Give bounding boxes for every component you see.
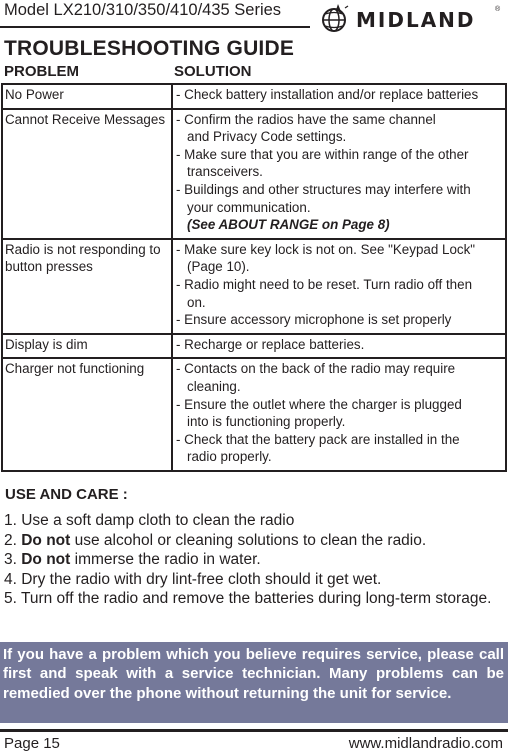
solution-cell: - Check battery installation and/or repl… [171, 83, 507, 110]
problem-cell: No Power [1, 83, 173, 110]
footer-rule [0, 729, 508, 732]
item-number: 2. [4, 531, 22, 549]
solution-cell: - Recharge or replace batteries. [171, 332, 507, 360]
header-rule [0, 26, 310, 28]
solution-line: (Page 10). [187, 259, 250, 275]
solution-line: into is functioning properly. [187, 414, 346, 430]
solution-line: cleaning. [187, 378, 241, 394]
website-url: www.midlandradio.com [348, 735, 503, 752]
midland-logo: MIDLAND ® [318, 2, 508, 34]
solution-line: - Check battery installation and/or repl… [176, 87, 479, 102]
solution-line: radio properly. [187, 449, 272, 465]
use-and-care-heading: USE AND CARE : [5, 486, 128, 503]
registered-mark: ® [495, 6, 501, 13]
care-list-item: 3. Do not immerse the radio in water. [4, 550, 504, 570]
solution-line: your communication. [187, 199, 311, 215]
solution-line: and Privacy Code settings. [187, 129, 347, 145]
solution-cell: - Contacts on the back of the radio may … [171, 357, 507, 472]
troubleshooting-table: No Power - Check battery installation and… [1, 83, 507, 472]
use-and-care-list: 1. Use a soft damp cloth to clean the ra… [4, 511, 504, 609]
problem-cell: Radio is not responding to button presse… [1, 237, 173, 335]
page-number: Page 15 [4, 735, 60, 752]
page-title: TROUBLESHOOTING GUIDE [4, 37, 295, 60]
solution-line: on. [187, 294, 206, 310]
care-list-item: 4. Dry the radio with dry lint-free clot… [4, 570, 504, 590]
item-number: 3. [4, 551, 22, 569]
item-number: 5. [4, 590, 21, 608]
problem-column-header: PROBLEM [4, 63, 79, 80]
table-row: Charger not functioning - Contacts on the… [1, 357, 507, 472]
page-reference-note: (See ABOUT RANGE on Page 8) [187, 217, 390, 233]
table-row: Cannot Receive Messages - Confirm the rad… [1, 107, 507, 240]
item-text: use alcohol or cleaning solutions to cle… [70, 531, 427, 549]
solution-line: - Recharge or replace batteries. [176, 336, 365, 352]
solution-line: - Buildings and other structures may int… [176, 181, 471, 197]
table-row: Display is dim - Recharge or replace batt… [1, 332, 507, 360]
item-text: Dry the radio with dry lint-free cloth s… [21, 570, 382, 588]
emphasis-text: Do not [21, 551, 71, 569]
solution-line: - Check that the battery pack are instal… [176, 431, 460, 447]
solution-line: - Ensure accessory microphone is set pro… [176, 312, 452, 328]
emphasis-text: Do not [21, 531, 71, 549]
solution-column-header: SOLUTION [174, 63, 252, 80]
solution-line: - Confirm the radios have the same chann… [176, 111, 436, 127]
brand-wordmark: MIDLAND [356, 8, 476, 32]
solution-cell: - Confirm the radios have the same chann… [171, 107, 507, 240]
model-series-label: Model LX210/310/350/410/435 Series [4, 1, 282, 19]
care-list-item: 1. Use a soft damp cloth to clean the ra… [4, 511, 504, 531]
item-number: 1. [4, 512, 22, 529]
solution-line: - Ensure the outlet where the charger is… [176, 396, 462, 412]
solution-line: - Radio might need to be reset. Turn rad… [176, 276, 473, 292]
item-text: immerse the radio in water. [70, 551, 261, 569]
solution-line: - Contacts on the back of the radio may … [176, 361, 456, 377]
table-row: Radio is not responding to button presse… [1, 237, 507, 335]
solution-line: - Make sure that you are within range of… [176, 146, 469, 162]
solution-cell: - Make sure key lock is not on. See "Key… [171, 237, 507, 335]
problem-cell: Display is dim [1, 332, 173, 360]
service-note: If you have a problem which you believe … [0, 642, 508, 723]
table-row: No Power - Check battery installation and… [1, 83, 507, 110]
globe-icon [322, 4, 349, 32]
problem-cell: Cannot Receive Messages [1, 107, 173, 240]
care-list-item: 5. Turn off the radio and remove the bat… [4, 589, 504, 609]
item-number: 4. [4, 570, 22, 588]
care-list-item: 2. Do not use alcohol or cleaning soluti… [4, 531, 504, 551]
problem-cell: Charger not functioning [1, 357, 173, 472]
solution-line: - Make sure key lock is not on. See "Key… [176, 241, 476, 257]
solution-line: transceivers. [187, 164, 263, 180]
item-text: Turn off the radio and remove the batter… [20, 590, 492, 608]
item-text: Use a soft damp cloth to clean the radio [21, 512, 295, 529]
